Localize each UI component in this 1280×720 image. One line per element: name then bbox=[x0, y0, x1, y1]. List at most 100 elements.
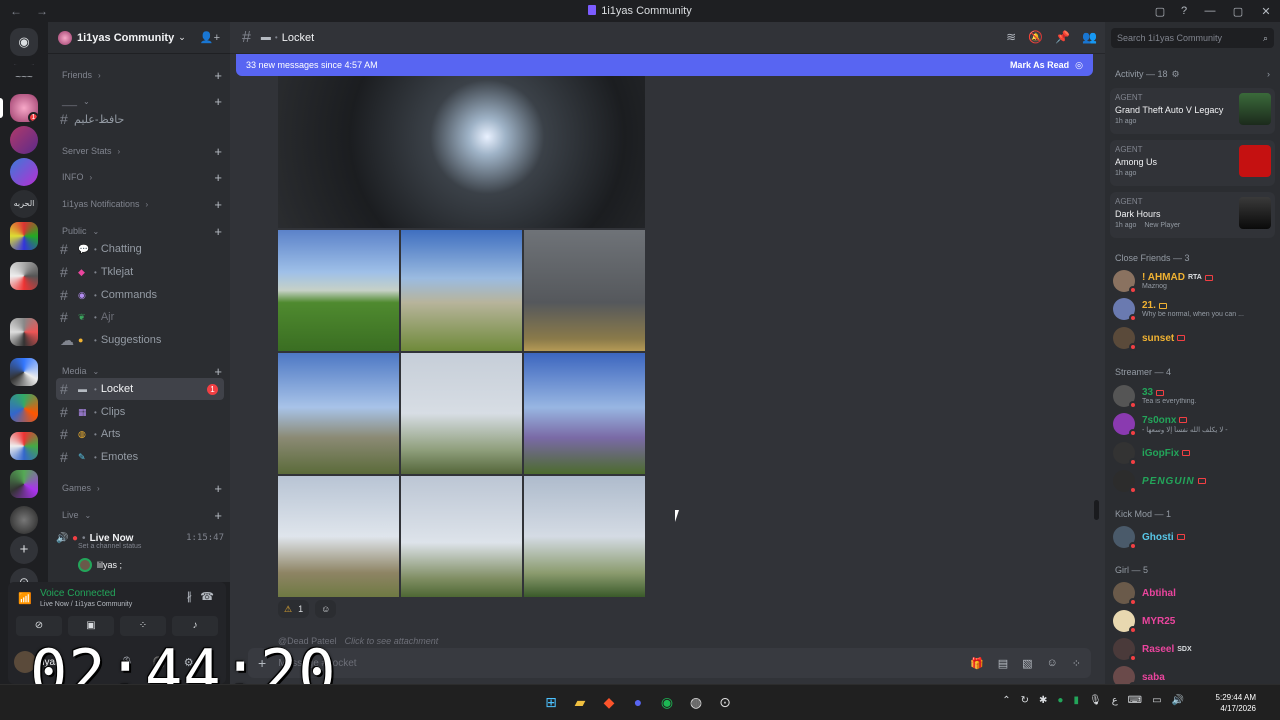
sticker-icon[interactable]: ▧ bbox=[1022, 657, 1032, 670]
category-info[interactable]: INFO › + bbox=[62, 168, 222, 186]
attachment-image[interactable] bbox=[401, 230, 522, 351]
soundboard-button[interactable]: ♪ bbox=[172, 616, 218, 636]
attachment-image[interactable] bbox=[401, 476, 522, 597]
spotify-icon[interactable]: ◉ bbox=[658, 693, 676, 711]
attachment-image[interactable] bbox=[278, 230, 399, 351]
activity-card[interactable]: AGENT Grand Theft Auto V Legacy 1h ago bbox=[1110, 88, 1275, 134]
add-channel-icon[interactable]: + bbox=[214, 508, 222, 523]
keyboard-icon[interactable]: ⌨ bbox=[1128, 695, 1142, 706]
help-icon[interactable]: ? bbox=[1172, 5, 1196, 17]
tray-status-icon[interactable]: ● bbox=[1057, 695, 1063, 706]
add-channel-icon[interactable]: + bbox=[214, 144, 222, 159]
channel-locket[interactable]: # ▬ • Locket 1 bbox=[56, 378, 224, 400]
category-friends[interactable]: Friends › + bbox=[62, 66, 222, 84]
server-folder-icon[interactable] bbox=[10, 358, 38, 386]
windows-start-icon[interactable]: ⊞ bbox=[542, 693, 560, 711]
emoji-icon[interactable]: ☺ bbox=[1047, 657, 1058, 670]
tray-app-icon[interactable]: ✱ bbox=[1039, 695, 1047, 706]
member-item[interactable]: sunset bbox=[1113, 324, 1277, 352]
channel-tklejat[interactable]: # ◆ • Tklejat bbox=[56, 261, 224, 283]
attachment-image[interactable] bbox=[278, 76, 645, 228]
channel-commands[interactable]: # ◉ • Commands bbox=[56, 284, 224, 306]
brave-browser-icon[interactable]: ◆ bbox=[600, 693, 618, 711]
add-reaction-button[interactable]: ☺ bbox=[315, 600, 337, 618]
attachment-image[interactable] bbox=[401, 353, 522, 474]
category-games[interactable]: Games › + bbox=[62, 479, 222, 497]
member-item[interactable]: Ghosti bbox=[1113, 523, 1277, 551]
attachment-image[interactable] bbox=[278, 353, 399, 474]
app-icon[interactable]: ◍ bbox=[687, 693, 705, 711]
add-channel-icon[interactable]: + bbox=[214, 94, 222, 109]
channel-suggestions[interactable]: ☁ ● • Suggestions bbox=[56, 329, 224, 351]
server-folder-icon[interactable] bbox=[10, 432, 38, 460]
mute-bell-icon[interactable]: 🔕 bbox=[1028, 30, 1043, 44]
obs-icon[interactable]: ⊙ bbox=[716, 693, 734, 711]
server-icon[interactable] bbox=[10, 506, 38, 534]
member-item[interactable]: Raseel SDX bbox=[1113, 635, 1277, 663]
add-channel-icon[interactable]: + bbox=[214, 197, 222, 212]
attachment-image[interactable] bbox=[524, 230, 645, 351]
threads-icon[interactable]: ≋ bbox=[1006, 30, 1016, 44]
volume-icon[interactable]: 🔊 bbox=[1172, 695, 1184, 706]
tray-chevron-icon[interactable]: ⌃ bbox=[1002, 695, 1010, 706]
channel-status[interactable]: Set a channel status bbox=[78, 543, 141, 550]
activity-header[interactable]: Activity — 18 ⚙ › bbox=[1115, 69, 1270, 80]
member-item[interactable]: MYR25 bbox=[1113, 607, 1277, 635]
add-channel-icon[interactable]: + bbox=[214, 170, 222, 185]
noise-suppression-icon[interactable]: ∦ bbox=[187, 590, 193, 603]
member-item[interactable]: iGopFix bbox=[1113, 439, 1277, 467]
maximize-button[interactable]: ▢ bbox=[1224, 5, 1252, 18]
scrollbar[interactable] bbox=[1094, 500, 1099, 520]
member-item[interactable]: ! AHMAD RTA Maznog bbox=[1113, 267, 1277, 295]
channel-arabic[interactable]: # حافظ-علیم bbox=[56, 108, 224, 130]
back-arrow-icon[interactable]: ← bbox=[10, 4, 22, 18]
disconnect-icon[interactable]: ☎ bbox=[200, 590, 214, 603]
minimize-button[interactable]: — bbox=[1196, 5, 1224, 17]
attachment-image[interactable] bbox=[278, 476, 399, 597]
member-item[interactable]: PENGUIN bbox=[1113, 467, 1277, 495]
category-notifications[interactable]: 1i1yas Notifications › + bbox=[62, 195, 222, 213]
file-explorer-icon[interactable]: ▰ bbox=[571, 693, 589, 711]
attachment-image[interactable] bbox=[524, 353, 645, 474]
inbox-icon[interactable]: ▢ bbox=[1148, 5, 1172, 18]
network-icon[interactable]: ▭ bbox=[1152, 695, 1161, 706]
pin-icon[interactable]: 📌 bbox=[1055, 30, 1070, 44]
camera-off-button[interactable]: ⊘ bbox=[16, 616, 62, 636]
forward-arrow-icon[interactable]: → bbox=[36, 4, 48, 18]
channel-clips[interactable]: # ▦ • Clips bbox=[56, 401, 224, 423]
add-channel-icon[interactable]: + bbox=[214, 364, 222, 379]
message-composer[interactable]: + Message #Locket 🎁 ▤ ▧ ☺ ⁘ bbox=[248, 648, 1091, 678]
member-item[interactable]: 7s0onx - لا يكلف الله نفساً إلا وسعها - bbox=[1113, 410, 1277, 438]
server-icon[interactable] bbox=[10, 126, 38, 154]
voice-location[interactable]: Live Now / 1i1yas Community bbox=[40, 601, 132, 608]
server-icon[interactable] bbox=[10, 158, 38, 186]
channel-emotes[interactable]: # ✎ • Emotes bbox=[56, 446, 224, 468]
gift-icon[interactable]: 🎁 bbox=[970, 657, 984, 670]
category-live[interactable]: Live ⌄ + bbox=[62, 506, 222, 524]
tray-mic-icon[interactable]: 🎙 bbox=[1089, 695, 1102, 706]
search-input[interactable]: Search 1i1yas Community ⌕ bbox=[1111, 28, 1274, 48]
screen-share-button[interactable]: ▣ bbox=[68, 616, 114, 636]
activity-card[interactable]: AGENT Dark Hours 1h ago New Player bbox=[1110, 192, 1275, 238]
taskbar-clock[interactable]: 5:29:44 AM 4/17/2026 bbox=[1216, 692, 1256, 714]
activities-button[interactable]: ⁘ bbox=[120, 616, 166, 636]
add-channel-icon[interactable]: + bbox=[214, 68, 222, 83]
server-folder-icon[interactable] bbox=[10, 394, 38, 422]
activity-card[interactable]: AGENT Among Us 1h ago bbox=[1110, 140, 1275, 186]
gif-icon[interactable]: ▤ bbox=[998, 657, 1008, 670]
close-button[interactable]: ✕ bbox=[1252, 5, 1280, 18]
mark-as-read-button[interactable]: Mark As Read bbox=[1010, 60, 1069, 70]
server-icon[interactable]: الحربه bbox=[10, 190, 38, 218]
channel-ajr[interactable]: # ❦ • Ajr bbox=[56, 306, 224, 328]
apps-icon[interactable]: ⁘ bbox=[1072, 657, 1081, 670]
server-icon-1i1yas[interactable]: 1 bbox=[10, 94, 38, 122]
invite-people-icon[interactable]: 👤+ bbox=[200, 31, 220, 44]
server-folder-icon[interactable] bbox=[10, 262, 38, 290]
tray-app-icon[interactable]: ▮ bbox=[1073, 695, 1079, 706]
new-messages-bar[interactable]: 33 new messages since 4:57 AM Mark As Re… bbox=[236, 54, 1093, 76]
member-list-icon[interactable]: 👥 bbox=[1082, 30, 1097, 44]
add-channel-icon[interactable]: + bbox=[214, 224, 222, 239]
language-icon[interactable]: ع bbox=[1112, 695, 1118, 706]
discord-taskbar-icon[interactable]: ● bbox=[629, 693, 647, 711]
channel-arts[interactable]: # ◍ • Arts bbox=[56, 423, 224, 445]
